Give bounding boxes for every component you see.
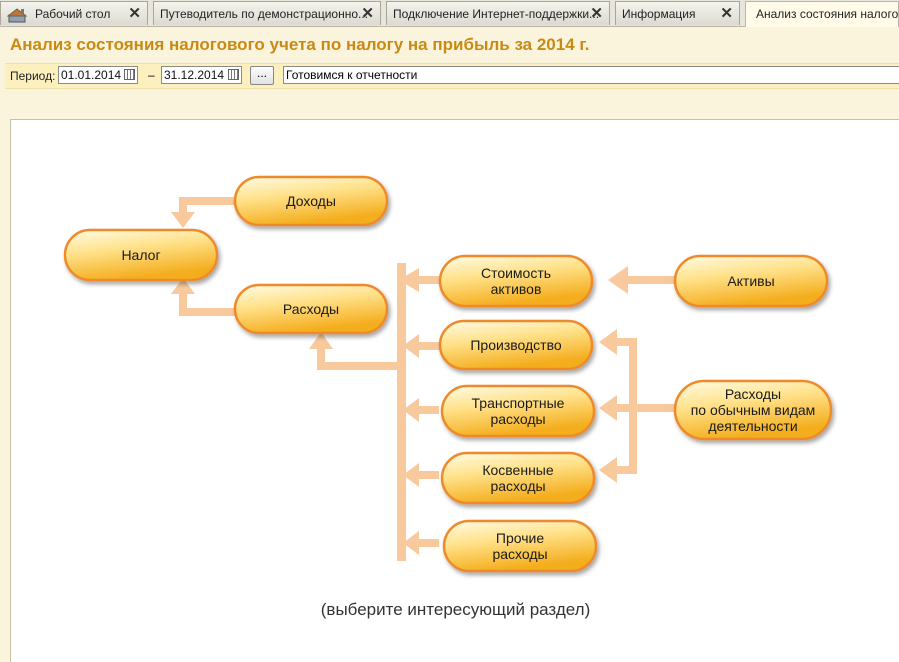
diagram-panel: Налог Доходы Расходы Стоимость активов Активы… [10,119,899,662]
node-label: Активы [727,273,774,289]
period-from-value: 01.01.2014 [61,68,122,82]
node-stoimost[interactable]: Стоимостьактивов [438,254,594,308]
period-to-field[interactable]: 31.12.2014 [161,66,242,84]
tab-internet-support[interactable]: Подключение Интернет-поддержки... ✕ [386,1,610,25]
tab-tax-analysis[interactable]: Анализ состояния налогового... [745,1,899,27]
tab-label: Анализ состояния налогового... [756,7,899,21]
period-separator: – [148,68,155,82]
diagram-hint: (выберите интересующий раздел) [320,600,591,619]
calendar-icon[interactable] [228,69,239,80]
node-label: расходы [490,411,545,427]
tab-info[interactable]: Информация ✕ [615,1,740,25]
node-label: Стоимость [481,265,551,281]
node-transport[interactable]: Транспортныерасходы [440,384,596,438]
node-obychnye[interactable]: Расходыпо обычным видамдеятельности [673,379,833,441]
period-bar: Период: 01.01.2014 – 31.12.2014 ... Гото… [5,63,899,89]
close-icon[interactable]: ✕ [361,2,374,25]
tab-label: Путеводитель по демонстрационно... [160,7,368,21]
node-label: Косвенные [482,462,554,478]
period-from-field[interactable]: 01.01.2014 [58,66,138,84]
node-label: Расходы [283,301,339,317]
close-icon[interactable]: ✕ [720,2,733,25]
node-label: Доходы [286,193,336,209]
status-field[interactable]: Готовимся к отчетности [283,66,899,84]
desktop-icon [6,6,29,24]
close-icon[interactable]: ✕ [590,2,603,25]
node-label: активов [491,281,542,297]
connector-arrows [171,197,677,561]
node-rashody[interactable]: Расходы [233,283,389,335]
tab-label: Подключение Интернет-поддержки... [393,7,600,21]
node-label: Прочие [496,530,544,546]
page-title: Анализ состояния налогового учета по нал… [10,35,590,54]
node-label: Налог [121,247,160,263]
node-label: Расходы [725,386,781,402]
tab-desktop[interactable]: Рабочий стол ✕ [0,1,148,25]
node-nalog[interactable]: Налог [63,228,219,282]
tab-label: Информация [622,7,696,21]
tab-label: Рабочий стол [35,7,111,21]
node-label: расходы [492,546,547,562]
node-prochie[interactable]: Прочиерасходы [442,519,598,573]
node-label: деятельности [708,418,797,434]
period-label: Период: [10,69,56,83]
tab-bar: Рабочий стол ✕ Путеводитель по демонстра… [0,0,899,27]
node-kosvennye[interactable]: Косвенныерасходы [440,451,596,505]
tab-guide[interactable]: Путеводитель по демонстрационно... ✕ [153,1,381,25]
node-label: расходы [490,478,545,494]
node-label: Производство [470,337,561,353]
close-icon[interactable]: ✕ [128,2,141,25]
node-label: по обычным видам [691,402,816,418]
period-to-value: 31.12.2014 [164,68,225,82]
select-period-button[interactable]: ... [250,66,274,85]
node-aktivy[interactable]: Активы [673,254,829,308]
node-label: Транспортные [472,395,565,411]
node-proizvodstvo[interactable]: Производство [438,319,594,371]
node-dohody[interactable]: Доходы [233,175,389,227]
tax-diagram: Налог Доходы Расходы Стоимостьактивов Активы… [63,175,833,573]
diagram-nodes: Налог Доходы Расходы Стоимостьактивов Активы… [63,175,833,573]
calendar-icon[interactable] [124,69,135,80]
